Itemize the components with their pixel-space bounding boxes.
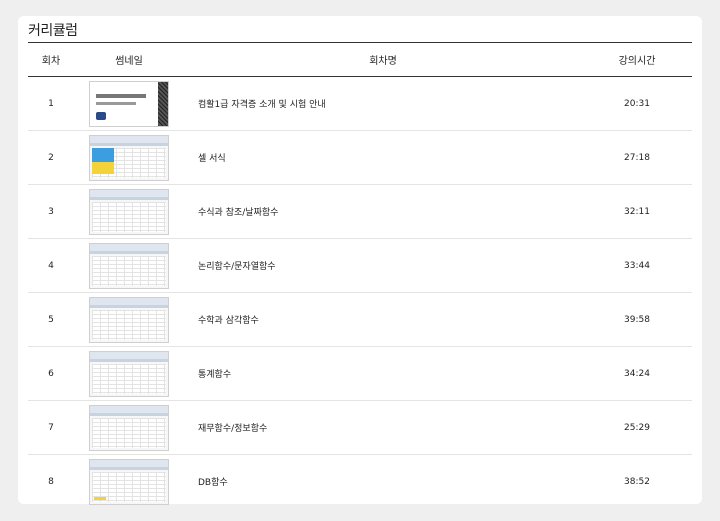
header-title: 회차명	[184, 42, 582, 77]
table-row[interactable]: 6 통계함수 34:24	[28, 347, 692, 401]
header-thumbnail: 썸네일	[74, 42, 184, 77]
lesson-duration: 38:52	[624, 476, 650, 487]
lesson-duration: 20:31	[624, 98, 650, 109]
lesson-title[interactable]: 수식과 참조/날짜함수	[184, 185, 582, 239]
lesson-number: 7	[48, 422, 54, 433]
lesson-thumbnail[interactable]	[89, 134, 169, 181]
table-row[interactable]: 4 논리함수/문자열함수 33:44	[28, 239, 692, 293]
lesson-number: 6	[48, 368, 54, 379]
lesson-number: 3	[48, 206, 54, 217]
section-title: 커리큘럼	[28, 23, 78, 39]
table-header-row: 회차 썸네일 회차명 강의시간	[28, 42, 692, 77]
lesson-number: 2	[48, 152, 54, 163]
table-row[interactable]: 7 재무함수/정보함수 25:29	[28, 401, 692, 455]
header-no: 회차	[28, 42, 74, 77]
lesson-title[interactable]: 셀 서식	[184, 131, 582, 185]
lesson-title[interactable]: 통계함수	[184, 347, 582, 401]
lesson-number: 8	[48, 476, 54, 487]
lesson-title[interactable]: 수학과 삼각함수	[184, 293, 582, 347]
lesson-number: 1	[48, 98, 54, 109]
lesson-duration: 27:18	[624, 152, 650, 163]
lesson-thumbnail[interactable]	[89, 350, 169, 397]
lesson-duration: 25:29	[624, 422, 650, 433]
lesson-title[interactable]: 컴활1급 자격증 소개 및 시험 안내	[184, 77, 582, 131]
lesson-title[interactable]: 논리함수/문자열함수	[184, 239, 582, 293]
lesson-title[interactable]: DB함수	[184, 455, 582, 509]
curriculum-table: 회차 썸네일 회차명 강의시간 1 컴활1급 자격증 소개 및 시험 안내 20:3…	[28, 42, 692, 509]
lesson-thumbnail[interactable]	[89, 242, 169, 289]
lesson-thumbnail[interactable]	[89, 404, 169, 451]
table-row[interactable]: 3 수식과 참조/날짜함수 32:11	[28, 185, 692, 239]
table-row[interactable]: 2 셀 서식 27:18	[28, 131, 692, 185]
curriculum-card: 커리큘럼 회차 썸네일 회차명 강의시간 1 컴활1급 자격증 소개 및 시험 안…	[18, 16, 702, 505]
lesson-number: 4	[48, 260, 54, 271]
lesson-thumbnail[interactable]	[89, 458, 169, 505]
lesson-thumbnail[interactable]	[89, 296, 169, 343]
lesson-title[interactable]: 재무함수/정보함수	[184, 401, 582, 455]
lesson-thumbnail[interactable]	[89, 188, 169, 235]
table-row[interactable]: 1 컴활1급 자격증 소개 및 시험 안내 20:31	[28, 77, 692, 131]
lesson-thumbnail[interactable]	[89, 80, 169, 127]
table-row[interactable]: 8 DB함수 38:52	[28, 455, 692, 509]
table-row[interactable]: 5 수학과 삼각함수 39:58	[28, 293, 692, 347]
lesson-duration: 33:44	[624, 260, 650, 271]
lesson-duration: 39:58	[624, 314, 650, 325]
lesson-number: 5	[48, 314, 54, 325]
header-duration: 강의시간	[582, 42, 692, 77]
lesson-duration: 34:24	[624, 368, 650, 379]
lesson-duration: 32:11	[624, 206, 650, 217]
